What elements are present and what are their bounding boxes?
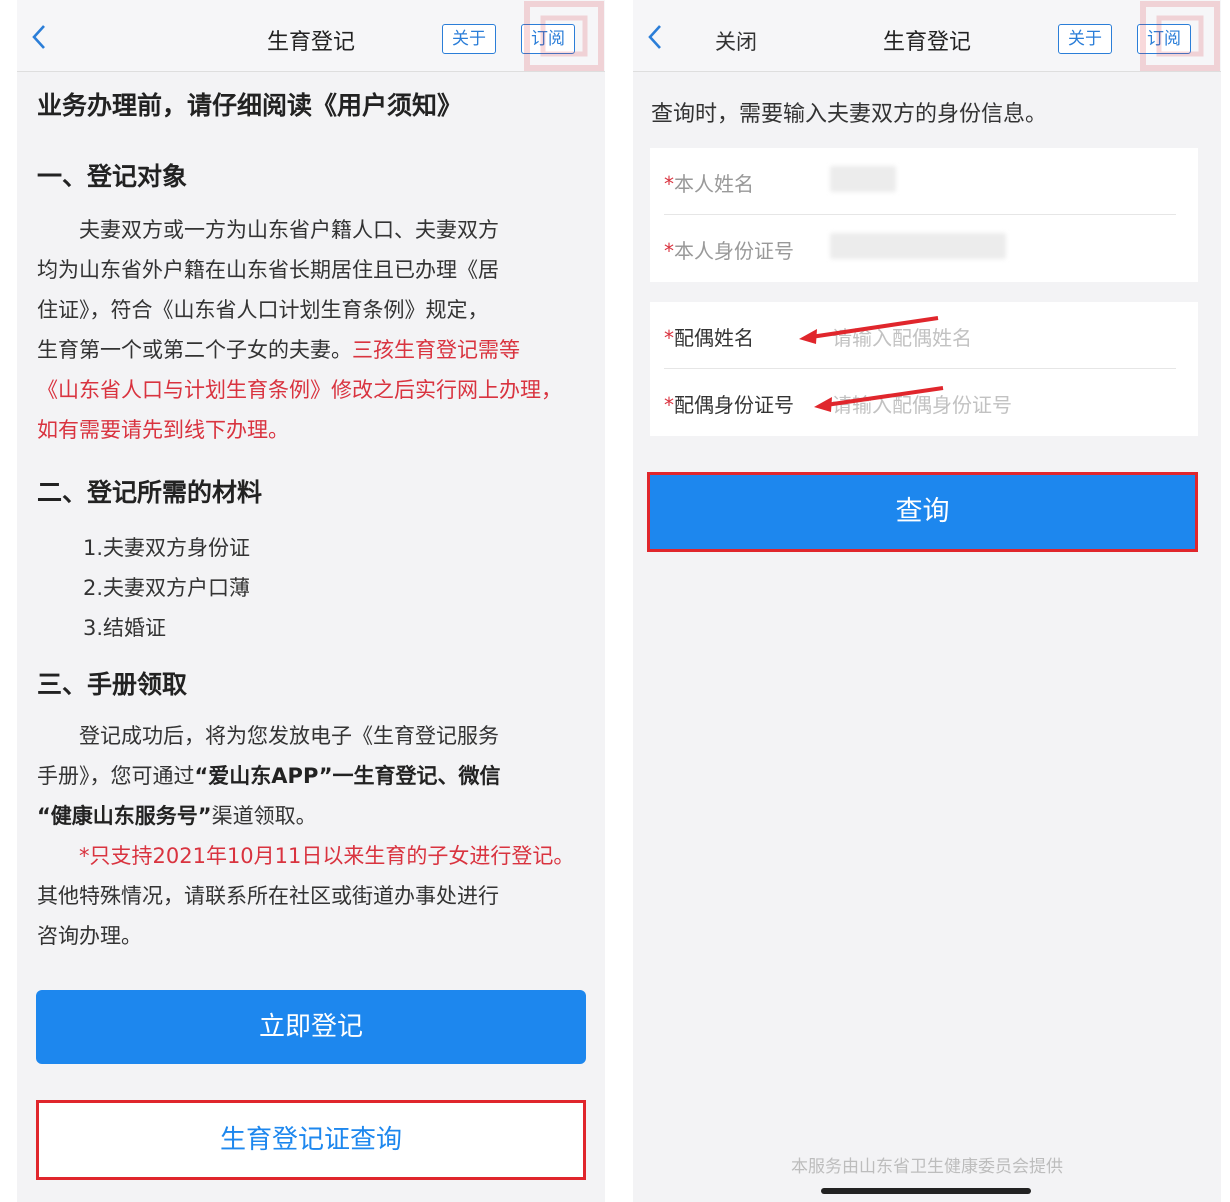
self-info-card: *本人姓名 *本人身份证号	[650, 148, 1198, 282]
register-now-button[interactable]: 立即登记	[36, 990, 586, 1064]
list-item: 3.结婚证	[83, 616, 167, 640]
self-name-label: *本人姓名	[664, 172, 754, 196]
annotation-arrow-icon	[799, 316, 939, 344]
seal-watermark-icon	[524, 1, 604, 71]
query-certificate-button[interactable]: 生育登记证查询	[36, 1100, 586, 1180]
self-id-label: *本人身份证号	[664, 239, 794, 263]
home-indicator	[821, 1188, 1031, 1194]
list-item: 1.夫妻双方身份证	[83, 536, 251, 560]
about-button[interactable]: 关于	[1058, 24, 1112, 54]
query-button[interactable]: 查询	[647, 472, 1198, 552]
spouse-id-label: *配偶身份证号	[664, 393, 794, 417]
annotation-arrow-icon	[814, 386, 944, 412]
notice-title: 业务办理前，请仔细阅读《用户须知》	[37, 91, 463, 120]
query-hint: 查询时，需要输入夫妻双方的身份信息。	[651, 102, 1048, 127]
list-item: 2.夫妻双方户口薄	[83, 576, 251, 600]
spouse-name-label: *配偶姓名	[664, 326, 754, 350]
self-name-row[interactable]: *本人姓名	[664, 148, 1176, 215]
nav-bar: 关闭 生育登记 关于 订阅	[633, 0, 1221, 72]
blurred-value	[830, 166, 896, 192]
section-body-handbook: 登记成功后，将为您发放电子《生育登记服务 手册》，您可通过“爱山东APP”一生育…	[37, 724, 575, 948]
section-body-target: 夫妻双方或一方为山东省户籍人口、夫妻双方 均为山东省外户籍在山东省长期居住且已办…	[37, 218, 562, 442]
section-title-materials: 二、登记所需的材料	[37, 478, 263, 507]
section-title-handbook: 三、手册领取	[37, 670, 188, 699]
seal-watermark-icon	[1140, 1, 1220, 71]
nav-title: 生育登记	[266, 30, 355, 55]
left-screen: 生育登记 关于 订阅 业务办理前，请仔细阅读《用户须知》 一、登记对象 夫妻双方…	[17, 0, 605, 1202]
blurred-value	[830, 233, 1006, 259]
nav-bar: 生育登记 关于 订阅	[17, 0, 605, 72]
self-id-row[interactable]: *本人身份证号	[664, 215, 1176, 282]
right-screen: 关闭 生育登记 关于 订阅 查询时，需要输入夫妻双方的身份信息。 *本人姓名 *…	[633, 0, 1221, 1202]
nav-title: 生育登记	[882, 30, 971, 55]
section-title-target: 一、登记对象	[37, 162, 188, 191]
footer-provider: 本服务由山东省卫生健康委员会提供	[791, 1157, 1063, 1177]
about-button[interactable]: 关于	[442, 24, 496, 54]
